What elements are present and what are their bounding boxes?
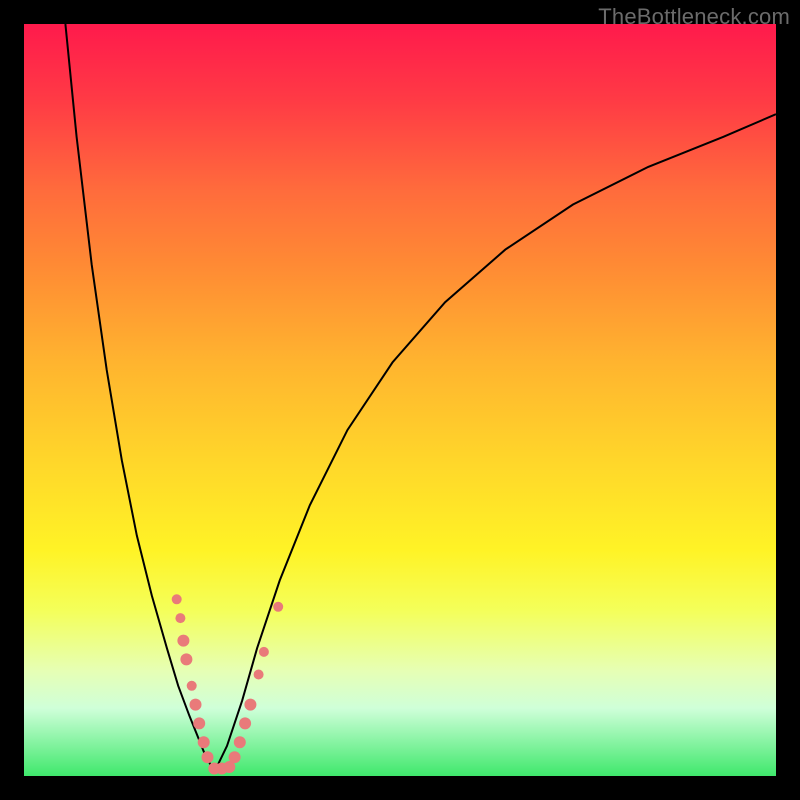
scatter-dot [198,736,210,748]
scatter-dot [187,681,197,691]
watermark-text: TheBottleneck.com [598,4,790,30]
scatter-dot [254,670,264,680]
scatter-dot [234,736,246,748]
scatter-dot [229,751,241,763]
scatter-dot [180,653,192,665]
scatter-dot [175,613,185,623]
scatter-dot [193,717,205,729]
scatter-dot [190,699,202,711]
scatter-dot [239,717,251,729]
scatter-dot [202,751,214,763]
scatter-dot [259,647,269,657]
curve-right-branch [214,114,776,772]
chart-plot-area [24,24,776,776]
scatter-dot [172,594,182,604]
scatter-dot [177,635,189,647]
scatter-dot [244,699,256,711]
scatter-dot [273,602,283,612]
bottleneck-curve-svg [24,24,776,776]
